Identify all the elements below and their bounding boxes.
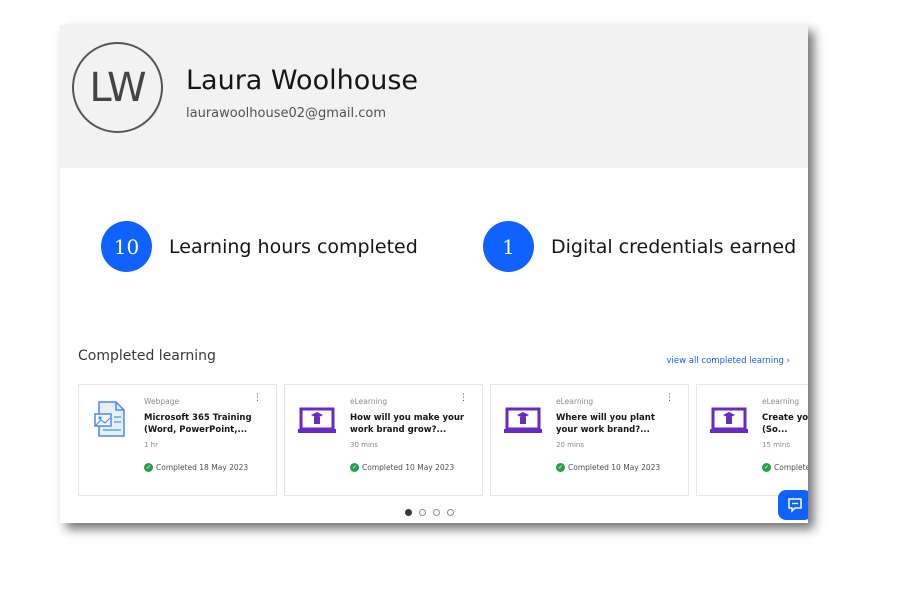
carousel-dot[interactable]	[405, 509, 412, 516]
stat-value-badge: 1	[483, 221, 534, 272]
card-title: Microsoft 365 Training (Word, PowerPoint…	[144, 413, 252, 435]
card-status-text: Completed 10 May 2023	[568, 463, 661, 472]
chat-icon	[788, 498, 802, 513]
card-duration: 1 hr	[144, 441, 158, 449]
card-status: ✓ Completed 10 May 2023	[556, 463, 660, 472]
learning-card[interactable]: Webpage Microsoft 365 Training (Word, Po…	[78, 384, 277, 496]
stat-digital-credentials: 1 Digital credentials earned	[483, 221, 796, 272]
user-name: Laura Woolhouse	[186, 65, 419, 96]
learning-card[interactable]: eLearning Where will you plant your work…	[490, 384, 689, 496]
checkmark-icon: ✓	[556, 463, 565, 472]
stat-label: Digital credentials earned	[551, 235, 797, 258]
profile-panel: LW Laura Woolhouse laurawoolhouse02@gmai…	[60, 25, 808, 523]
card-status-text: Completed 10 May 2023	[362, 463, 455, 472]
elearning-icon	[298, 407, 336, 433]
profile-header: LW Laura Woolhouse laurawoolhouse02@gmai…	[60, 25, 808, 168]
stat-learning-hours: 10 Learning hours completed	[101, 221, 418, 272]
document-icon	[94, 401, 125, 437]
learning-card[interactable]: eLearning How will you make your work br…	[284, 384, 483, 496]
card-status: ✓ Completed 18 May 2023	[144, 463, 248, 472]
checkmark-icon: ✓	[144, 463, 153, 472]
card-duration: 20 mins	[556, 441, 584, 449]
carousel-pagination	[405, 509, 454, 516]
elearning-icon	[710, 407, 748, 433]
carousel-dot[interactable]	[447, 509, 454, 516]
card-type: eLearning	[350, 397, 388, 406]
checkmark-icon: ✓	[762, 463, 771, 472]
chat-button[interactable]	[778, 490, 808, 520]
card-type: eLearning	[762, 397, 800, 406]
card-title: Create your tagline (So...	[762, 413, 808, 435]
overflow-menu-icon[interactable]: ⋮	[665, 393, 674, 403]
card-status: ✓ Completed...	[762, 463, 808, 472]
card-status: ✓ Completed 10 May 2023	[350, 463, 454, 472]
card-duration: 30 mins	[350, 441, 378, 449]
learning-card[interactable]: eLearning Create your tagline (So... 15 …	[696, 384, 808, 496]
overflow-menu-icon[interactable]: ⋮	[253, 393, 262, 403]
carousel-dot[interactable]	[419, 509, 426, 516]
view-all-completed-link[interactable]: view all completed learning ›	[667, 356, 791, 366]
card-type: eLearning	[556, 397, 594, 406]
card-status-text: Completed...	[774, 463, 808, 472]
card-status-text: Completed 18 May 2023	[156, 463, 249, 472]
card-title: Where will you plant your work brand?...	[556, 413, 655, 435]
card-type: Webpage	[144, 397, 180, 406]
elearning-icon	[504, 407, 542, 433]
card-duration: 15 mins	[762, 441, 790, 449]
overflow-menu-icon[interactable]: ⋮	[459, 393, 468, 403]
carousel-dot[interactable]	[433, 509, 440, 516]
avatar: LW	[72, 42, 163, 133]
stat-value-badge: 10	[101, 221, 152, 272]
checkmark-icon: ✓	[350, 463, 359, 472]
user-email: laurawoolhouse02@gmail.com	[186, 106, 387, 121]
section-title: Completed learning	[78, 348, 216, 364]
card-title: How will you make your work brand grow?.…	[350, 413, 465, 435]
stat-label: Learning hours completed	[169, 235, 418, 258]
